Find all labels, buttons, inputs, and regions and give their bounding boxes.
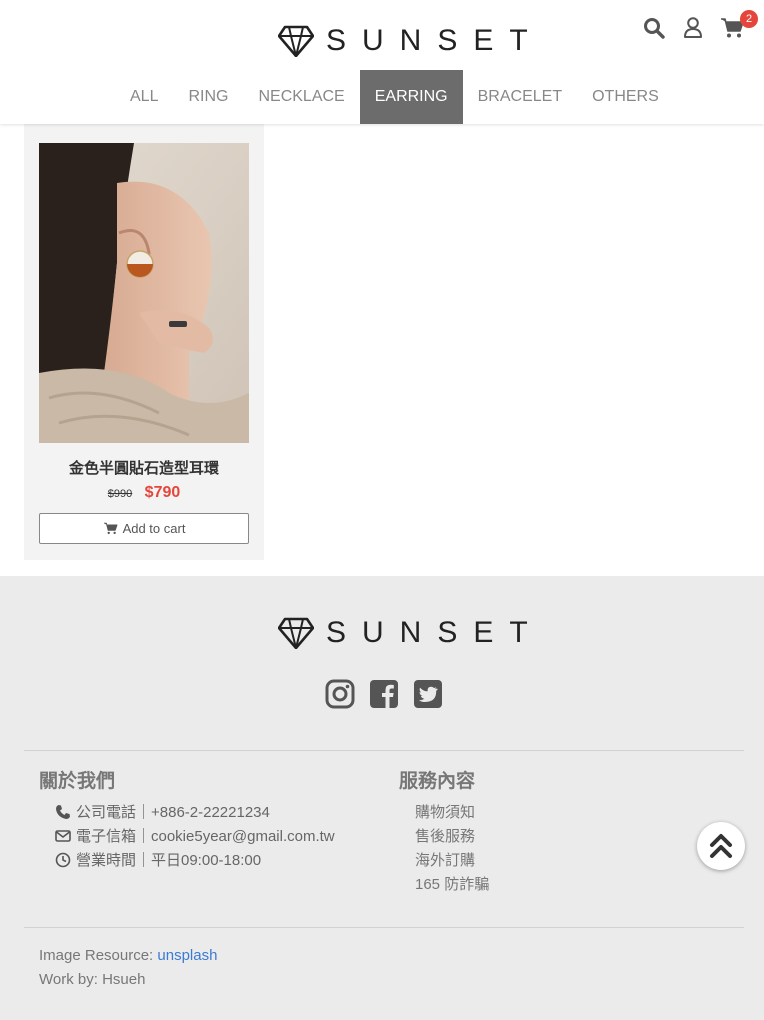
nav-item-ring[interactable]: RING xyxy=(173,70,243,124)
add-to-cart-button[interactable]: Add to cart xyxy=(39,513,249,544)
hours-line: 營業時間｜平日09:00-18:00 xyxy=(55,849,261,870)
cart-count-badge: 2 xyxy=(740,10,758,28)
facebook-icon[interactable] xyxy=(369,679,399,709)
nav-item-all[interactable]: ALL xyxy=(115,70,173,124)
unsplash-link[interactable]: unsplash xyxy=(157,947,217,964)
sale-price: $790 xyxy=(144,484,181,501)
hours-text: 營業時間｜平日09:00-18:00 xyxy=(76,852,262,869)
email-line: 電子信箱｜cookie5year@gmail.com.tw xyxy=(55,825,335,846)
service-link-overseas-order[interactable]: 海外訂購 xyxy=(415,849,475,870)
diamond-logo-icon xyxy=(278,617,314,649)
footer-brand-logo[interactable]: SUNSET xyxy=(278,616,544,650)
cart-icon[interactable]: 2 xyxy=(718,10,758,42)
email-text[interactable]: 電子信箱｜cookie5year@gmail.com.tw xyxy=(76,825,335,846)
phone-line: 公司電話｜+886-2-22221234 xyxy=(55,801,270,822)
service-link-after-sales[interactable]: 售後服務 xyxy=(415,825,475,846)
envelope-icon xyxy=(55,829,71,842)
work-by-credit: Work by: Hsueh xyxy=(39,971,146,988)
user-icon[interactable] xyxy=(679,14,707,42)
diamond-logo-icon xyxy=(278,25,314,57)
service-link-anti-fraud[interactable]: 165 防詐騙 xyxy=(415,873,489,894)
image-credit: Image Resource: unsplash xyxy=(39,947,217,964)
product-card: 金色半圓貼石造型耳環 $990 $790 Add to cart xyxy=(24,124,264,560)
footer-brand-name: SUNSET xyxy=(326,616,544,649)
phone-icon xyxy=(56,804,70,819)
brand-name: SUNSET xyxy=(326,24,544,57)
search-icon[interactable] xyxy=(640,14,668,42)
about-title: 關於我們 xyxy=(39,771,116,792)
twitter-icon[interactable] xyxy=(413,679,443,709)
back-to-top-button[interactable] xyxy=(697,822,745,870)
category-nav: ALL RING NECKLACE EARRING BRACELET OTHER… xyxy=(115,70,674,124)
site-header: SUNSET 2 ALL RING NECKLACE EARRING BRACE… xyxy=(0,0,764,124)
nav-item-bracelet[interactable]: BRACELET xyxy=(463,70,577,124)
instagram-icon[interactable] xyxy=(325,679,355,709)
footer-divider xyxy=(24,927,744,928)
nav-item-others[interactable]: OTHERS xyxy=(577,70,674,124)
product-image[interactable] xyxy=(39,143,249,443)
nav-item-necklace[interactable]: NECKLACE xyxy=(243,70,359,124)
phone-text[interactable]: 公司電話｜+886-2-22221234 xyxy=(76,801,270,822)
add-to-cart-label: Add to cart xyxy=(122,521,186,536)
brand-logo[interactable]: SUNSET xyxy=(278,24,544,58)
social-links xyxy=(325,679,457,709)
nav-item-earring[interactable]: EARRING xyxy=(359,70,463,124)
footer-divider xyxy=(24,750,744,751)
service-title: 服務內容 xyxy=(399,771,476,792)
price-row: $990 $790 xyxy=(24,484,264,502)
cart-icon xyxy=(103,522,118,535)
clock-icon xyxy=(55,852,71,867)
double-chevron-up-icon xyxy=(710,834,732,858)
product-name[interactable]: 金色半圓貼石造型耳環 xyxy=(24,457,264,478)
original-price: $990 xyxy=(107,488,133,500)
image-credit-label: Image Resource: xyxy=(39,947,158,964)
service-link-shopping-guide[interactable]: 購物須知 xyxy=(415,801,475,822)
